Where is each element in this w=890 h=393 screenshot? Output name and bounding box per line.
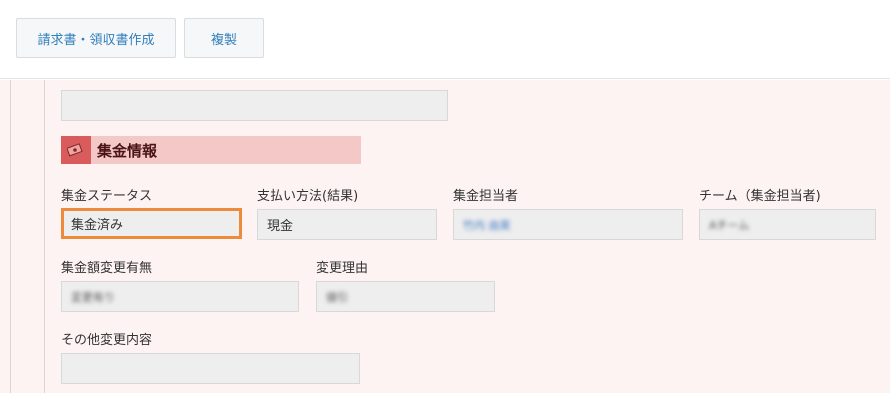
collector-value: 竹内 由実 (463, 218, 511, 232)
change-reason-value: 値引 (326, 290, 348, 304)
team-field[interactable]: Aチーム (699, 209, 876, 240)
collection-status-label: 集金ステータス (61, 189, 153, 204)
duplicate-button[interactable]: 複製 (184, 18, 264, 58)
collection-status-value: 集金済み (71, 218, 124, 233)
amount-change-label: 集金額変更有無 (61, 261, 153, 276)
previous-section-field[interactable] (61, 90, 448, 121)
change-reason-label: 変更理由 (316, 261, 369, 276)
payment-method-value: 現金 (267, 219, 294, 234)
other-changes-field[interactable] (61, 353, 360, 384)
collection-status-field[interactable]: 集金済み (61, 208, 242, 239)
collector-field[interactable]: 竹内 由実 (453, 209, 683, 240)
form-panel: 集金情報 集金ステータス 集金済み 支払い方法(結果) 現金 集金担当者 竹内 … (0, 80, 890, 393)
action-toolbar: 請求書・領収書作成 複製 (0, 0, 890, 79)
divider-indent (44, 80, 45, 393)
team-value: Aチーム (709, 218, 750, 232)
amount-change-value: 変更有り (71, 290, 115, 304)
collector-label: 集金担当者 (453, 189, 519, 204)
change-reason-field[interactable]: 値引 (316, 281, 495, 312)
money-bill-icon (61, 136, 91, 164)
create-invoice-receipt-button[interactable]: 請求書・領収書作成 (16, 18, 176, 58)
divider-left (10, 80, 11, 393)
amount-change-field[interactable]: 変更有り (61, 281, 299, 312)
section-title: 集金情報 (97, 141, 158, 160)
team-label: チーム（集金担当者) (699, 189, 821, 204)
other-changes-label: その他変更内容 (61, 333, 153, 348)
payment-method-field[interactable]: 現金 (257, 209, 437, 240)
payment-method-label: 支払い方法(結果) (257, 189, 359, 204)
collection-info-section-header: 集金情報 (61, 136, 361, 164)
